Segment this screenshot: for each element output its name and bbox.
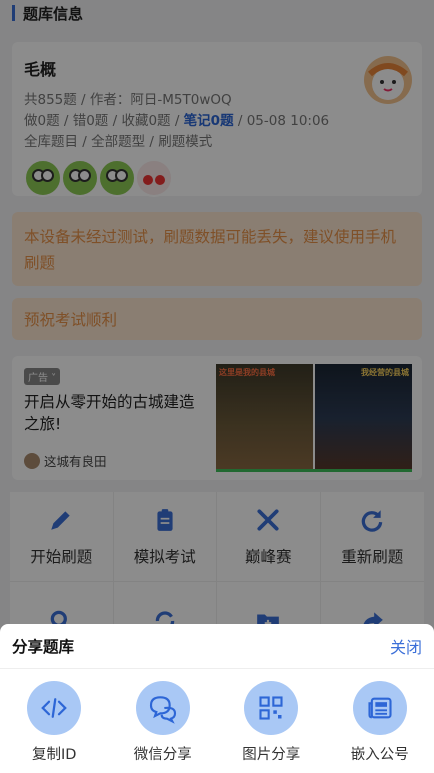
image-share-icon-bg: [244, 681, 299, 735]
wechat-share-label: 微信分享: [133, 747, 192, 763]
image-share-label: 图片分享: [242, 747, 301, 763]
image-share-button[interactable]: 图片分享: [221, 681, 321, 764]
chat-icon: [149, 696, 176, 724]
qrcode-icon: [259, 696, 283, 720]
code-icon: [41, 698, 68, 718]
close-button[interactable]: 关闭: [390, 634, 422, 658]
wechat-share-button[interactable]: 微信分享: [113, 681, 213, 764]
embed-official-account-label: 嵌入公号: [350, 747, 409, 763]
share-sheet-header: 分享题库 关闭: [0, 624, 434, 669]
copy-id-icon-bg: [27, 681, 82, 735]
copy-id-label: 复制ID: [32, 747, 77, 763]
newspaper-icon: [368, 697, 392, 719]
embed-icon-bg: [352, 681, 407, 735]
share-sheet: 分享题库 关闭 复制ID 微信分享 图片分享 嵌入公号: [0, 624, 434, 773]
wechat-share-icon-bg: [135, 681, 190, 735]
share-sheet-title: 分享题库: [12, 638, 75, 656]
share-options: 复制ID 微信分享 图片分享 嵌入公号: [0, 669, 434, 764]
embed-official-account-button[interactable]: 嵌入公号: [330, 681, 430, 764]
copy-id-button[interactable]: 复制ID: [4, 681, 104, 764]
